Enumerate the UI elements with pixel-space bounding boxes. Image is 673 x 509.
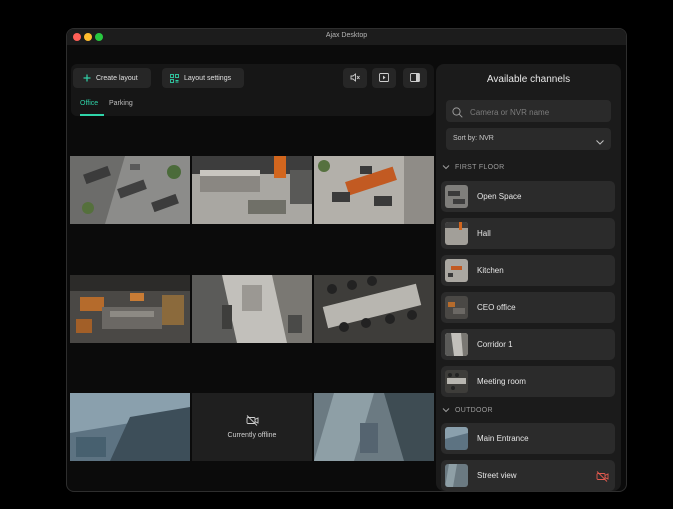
section-header-outdoor[interactable]: OUTDOOR: [442, 406, 493, 414]
available-channels-panel: Available channels Sort by: NVR FIRST FL…: [436, 64, 621, 491]
channel-name: Meeting room: [477, 377, 526, 386]
search-input[interactable]: [468, 103, 610, 121]
camera-tile[interactable]: [314, 393, 434, 461]
chevron-down-icon: [595, 134, 605, 152]
search-icon: [452, 105, 463, 123]
chevron-down-icon: [442, 163, 450, 171]
channel-thumbnail: [445, 259, 468, 282]
channel-search: [446, 100, 611, 122]
app-window: Ajax Desktop Create layout Layout settin…: [66, 28, 627, 492]
channel-thumbnail: [445, 185, 468, 208]
channel-item-ceo-office[interactable]: CEO office: [441, 292, 615, 323]
layout-settings-label: Layout settings: [184, 74, 232, 82]
channel-name: Open Space: [477, 192, 522, 201]
camera-tile[interactable]: [70, 156, 190, 224]
camera-tile[interactable]: [314, 275, 434, 343]
channel-thumbnail: [445, 222, 468, 245]
camera-off-icon: [246, 415, 259, 426]
channel-thumbnail: [445, 333, 468, 356]
grid-settings-icon: [170, 73, 179, 83]
section-label: OUTDOOR: [455, 406, 493, 414]
panel-title: Available channels: [486, 74, 571, 85]
layout-settings-button[interactable]: Layout settings: [162, 68, 244, 88]
sort-label: Sort by: NVR: [453, 135, 494, 142]
mute-button[interactable]: [343, 68, 367, 88]
channel-name: CEO office: [477, 303, 516, 312]
camera-tile[interactable]: [192, 275, 312, 343]
window-title: Ajax Desktop: [325, 32, 368, 39]
channel-item-hall[interactable]: Hall: [441, 218, 615, 249]
channel-thumbnail: [445, 296, 468, 319]
channel-item-kitchen[interactable]: Kitchen: [441, 255, 615, 286]
tab-parking[interactable]: Parking: [109, 100, 133, 107]
channel-item-corridor-1[interactable]: Corridor 1: [441, 329, 615, 360]
camera-tile[interactable]: [70, 393, 190, 461]
playback-button[interactable]: [372, 68, 396, 88]
plus-icon: [83, 74, 91, 82]
offline-status-text: Currently offline: [227, 432, 277, 439]
channel-thumbnail: [445, 464, 468, 487]
channel-item-meeting-room[interactable]: Meeting room: [441, 366, 615, 397]
channel-item-main-entrance[interactable]: Main Entrance: [441, 423, 615, 454]
create-layout-label: Create layout: [96, 74, 138, 82]
sidebar-icon: [410, 69, 420, 87]
channel-name: Hall: [477, 229, 491, 238]
channel-thumbnail: [445, 427, 468, 450]
camera-off-icon: [596, 469, 609, 487]
channel-name: Corridor 1: [477, 340, 513, 349]
channel-item-open-space[interactable]: Open Space: [441, 181, 615, 212]
section-label: FIRST FLOOR: [455, 163, 505, 171]
camera-tile[interactable]: [314, 156, 434, 224]
channel-name: Street view: [477, 471, 517, 480]
tab-office[interactable]: Office: [80, 100, 98, 107]
chevron-down-icon: [442, 406, 450, 414]
layout-toolbar: Create layout Layout settings Office Par…: [71, 64, 434, 116]
channel-item-street-view[interactable]: Street view: [441, 460, 615, 491]
play-icon: [379, 69, 389, 87]
offline-camera-tile[interactable]: Currently offline: [192, 393, 312, 461]
active-tab-indicator: [80, 114, 104, 116]
camera-tile[interactable]: [192, 156, 312, 224]
title-bar: Ajax Desktop: [67, 29, 626, 45]
speaker-mute-icon: [350, 69, 360, 87]
channel-thumbnail: [445, 370, 468, 393]
section-header-first-floor[interactable]: FIRST FLOOR: [442, 163, 504, 171]
sort-dropdown[interactable]: Sort by: NVR: [446, 128, 611, 150]
toggle-sidebar-button[interactable]: [403, 68, 427, 88]
channel-name: Main Entrance: [477, 434, 529, 443]
channel-name: Kitchen: [477, 266, 504, 275]
create-layout-button[interactable]: Create layout: [73, 68, 151, 88]
camera-tile[interactable]: [70, 275, 190, 343]
